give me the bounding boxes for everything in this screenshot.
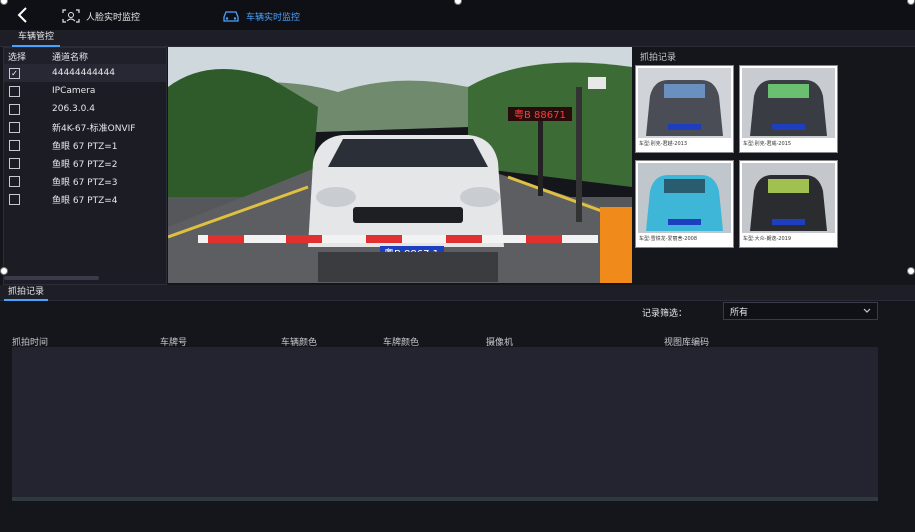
capture-panel-title: 抓拍记录 <box>640 53 677 63</box>
channel-row[interactable]: 206.3.0.4 <box>4 100 166 118</box>
channel-name: 鱼眼 67 PTZ=4 <box>52 195 118 206</box>
capture-card[interactable]: 车型:大众-朗逸-2019 <box>739 160 838 248</box>
channel-row[interactable]: 鱼眼 67 PTZ=2 <box>4 154 166 172</box>
capture-card[interactable]: 车型:雪铁龙-爱丽舍-2008 <box>635 160 734 248</box>
record-filter-value: 所有 <box>730 307 749 318</box>
tab-face-label: 人脸实时监控 <box>86 12 141 23</box>
channel-row[interactable]: 鱼眼 67 PTZ=4 <box>4 190 166 208</box>
capture-caption: 车型:别克-君威-2015 <box>743 141 792 147</box>
channel-checkbox[interactable] <box>9 193 20 205</box>
chevron-down-icon <box>863 308 871 313</box>
records-table-header: 抓拍时间 车牌号 车辆颜色 车牌颜色 摄像机 视图库编码 <box>12 333 878 348</box>
records-table-scrollbar[interactable] <box>12 497 878 501</box>
channel-row[interactable]: ✓ 44444444444 <box>4 64 166 82</box>
channel-name: 206.3.0.4 <box>52 104 95 114</box>
channel-checkbox[interactable] <box>9 121 20 133</box>
horizontal-scrollbar[interactable] <box>4 276 99 280</box>
channel-name: 鱼眼 67 PTZ=3 <box>52 177 118 188</box>
channel-name: 鱼眼 67 PTZ=2 <box>52 159 118 170</box>
channel-checkbox[interactable] <box>9 85 20 97</box>
tab-face-monitoring[interactable]: 人脸实时监控 <box>62 8 140 24</box>
channel-name: 44444444444 <box>52 68 115 78</box>
tab-capture-records[interactable]: 抓拍记录 <box>4 286 49 301</box>
resize-handle[interactable] <box>0 267 8 275</box>
channel-name-column-header: 通道名称 <box>52 52 89 63</box>
record-filter-label: 记录筛选： <box>642 309 688 319</box>
channel-name: IPCamera <box>52 86 96 96</box>
channel-checkbox[interactable] <box>9 103 20 115</box>
channel-checkbox[interactable]: ✓ <box>9 67 20 79</box>
channel-checkbox[interactable] <box>9 157 20 169</box>
plate-display-text: 粤B 88671 <box>514 108 566 121</box>
sub-tab-bar <box>0 30 915 47</box>
channel-row[interactable]: 鱼眼 67 PTZ=1 <box>4 136 166 154</box>
channel-row[interactable]: 鱼眼 67 PTZ=3 <box>4 172 166 190</box>
channel-list-header: 选择 通道名称 <box>4 48 166 64</box>
live-video-feed[interactable]: 粤B 88671 粤B 8867 1 <box>168 47 632 283</box>
records-table-body <box>12 347 878 497</box>
capture-card[interactable]: 车型:别克-君越-2013 <box>635 65 734 153</box>
channel-row[interactable]: IPCamera <box>4 82 166 100</box>
channel-name: 新4K-67-标准ONVIF <box>52 123 136 134</box>
capture-caption: 车型:大众-朗逸-2019 <box>743 236 792 242</box>
resize-handle[interactable] <box>907 267 915 275</box>
channel-checkbox[interactable] <box>9 139 20 151</box>
vehicle-icon <box>223 11 239 22</box>
channel-checkbox[interactable] <box>9 175 20 187</box>
back-arrow-icon[interactable] <box>14 5 34 25</box>
capture-caption: 车型:雪铁龙-爱丽舍-2008 <box>639 236 698 242</box>
face-scan-icon <box>62 9 80 23</box>
channel-row[interactable]: 新4K-67-标准ONVIF <box>4 118 166 136</box>
channel-name: 鱼眼 67 PTZ=1 <box>52 141 118 152</box>
record-tab-bar <box>0 285 915 301</box>
capture-caption: 车型:别克-君越-2013 <box>639 141 688 147</box>
tab-vehicle-control[interactable]: 车辆管控 <box>12 30 61 47</box>
select-column-header: 选择 <box>8 52 27 63</box>
channel-list-panel: 选择 通道名称 ✓ 44444444444 IPCamera 206.3.0.4… <box>3 47 167 285</box>
tab-vehicle-label: 车辆实时监控 <box>246 12 301 23</box>
tab-vehicle-monitoring[interactable]: 车辆实时监控 <box>222 8 300 24</box>
record-filter-select[interactable]: 所有 <box>723 302 878 320</box>
capture-card[interactable]: 车型:别克-君威-2015 <box>739 65 838 153</box>
